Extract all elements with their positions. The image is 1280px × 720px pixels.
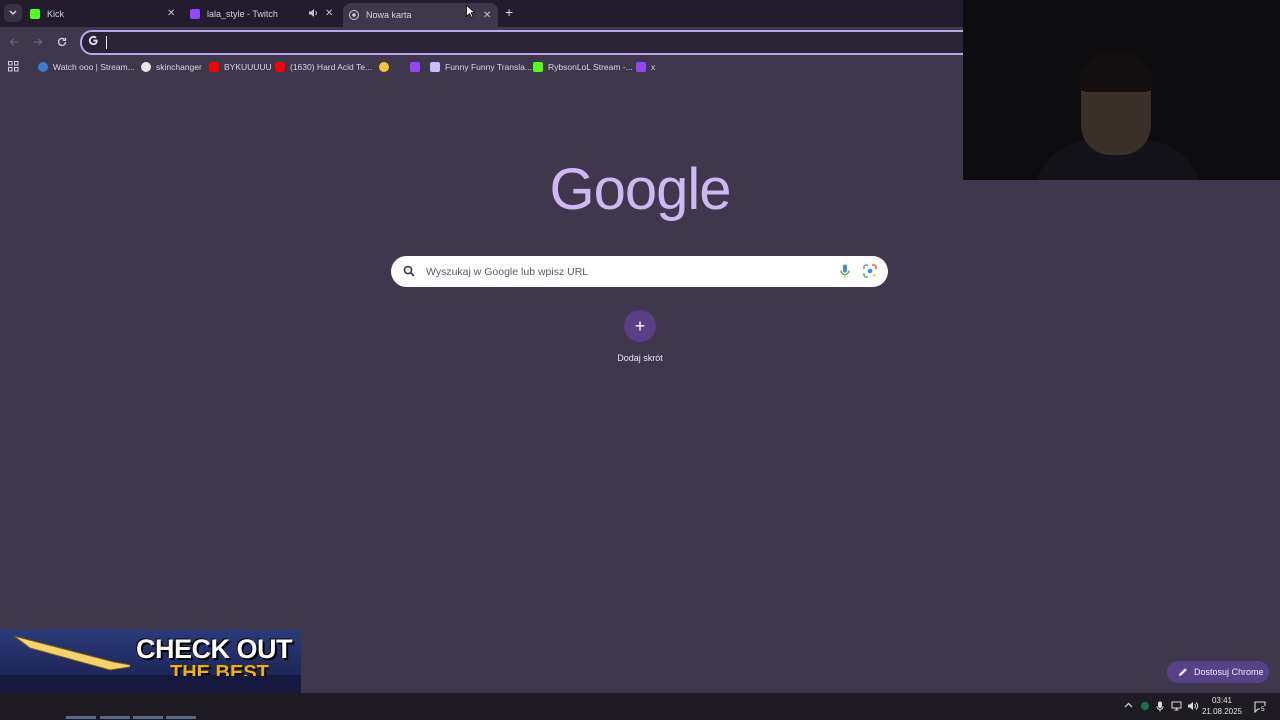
- microphone-tray-icon[interactable]: [1156, 701, 1164, 712]
- bookmark-item[interactable]: BYKUUUUU: [209, 60, 272, 73]
- taskbar-app-indicator[interactable]: [133, 716, 163, 719]
- knife-icon: [13, 635, 130, 671]
- forward-button[interactable]: [31, 35, 45, 49]
- webcam-overlay: [963, 0, 1280, 180]
- translate-icon: [430, 61, 440, 72]
- bookmark-label: skinchanger: [156, 61, 202, 72]
- close-icon[interactable]: ✕: [325, 8, 333, 19]
- arrow-right-icon: [34, 38, 43, 46]
- clock-time: 03:41: [1211, 696, 1233, 705]
- tab-title: Nowa karta: [366, 10, 412, 20]
- new-tab-button[interactable]: +: [505, 5, 513, 19]
- twitch-icon: [636, 61, 646, 72]
- plus-icon: +: [634, 316, 646, 336]
- search-icon: [403, 265, 415, 277]
- reload-button[interactable]: [55, 35, 69, 49]
- add-shortcut-button[interactable]: +: [624, 310, 656, 342]
- bookmark-label: Funny Funny Transla...: [445, 61, 532, 72]
- tab-twitch[interactable]: lala_style - Twitch ✕: [190, 0, 340, 27]
- search-box[interactable]: Wyszukaj w Google lub wpisz URL: [391, 256, 888, 287]
- google-logo: Google: [549, 157, 731, 222]
- bookmark-item[interactable]: skinchanger: [141, 60, 202, 73]
- google-g-icon: [88, 35, 98, 46]
- youtube-icon: [209, 61, 219, 72]
- taskbar-app-indicator[interactable]: [166, 716, 196, 719]
- pencil-icon: [1178, 667, 1188, 677]
- tab-title: Kick: [47, 8, 65, 19]
- tab-title: lala_style - Twitch: [207, 8, 278, 19]
- customize-chrome-button[interactable]: Dostosuj Chrome: [1167, 661, 1269, 683]
- notification-count: 5: [1260, 706, 1266, 713]
- customize-label: Dostosuj Chrome: [1194, 667, 1264, 677]
- search-placeholder: Wyszukaj w Google lub wpisz URL: [426, 266, 589, 278]
- github-icon: [141, 61, 151, 72]
- ad-subheadline: THE BEST: [170, 662, 269, 676]
- notification-center-button[interactable]: 5: [1254, 700, 1266, 718]
- add-shortcut-label: Dodaj skrót: [617, 353, 663, 363]
- bookmark-label: x: [651, 61, 656, 72]
- bookmark-label: Watch ooo | Stream...: [53, 61, 135, 72]
- tab-search-button[interactable]: [4, 4, 22, 22]
- bookmark-label: RybsonLoL Stream -...: [548, 61, 633, 72]
- taskbar: 03:41 21.08.2025 5: [0, 693, 1280, 720]
- kick-icon: [30, 8, 40, 19]
- taskbar-app-indicator[interactable]: [100, 716, 130, 719]
- stream-icon: [38, 61, 48, 72]
- clock-date: 21.08.2025: [1201, 707, 1243, 716]
- close-icon[interactable]: ✕: [167, 8, 175, 19]
- bookmark-item[interactable]: [410, 60, 425, 73]
- kick-icon: [533, 61, 543, 72]
- back-button[interactable]: [7, 35, 21, 49]
- google-lens-icon[interactable]: [863, 264, 877, 278]
- address-bar[interactable]: [80, 30, 984, 55]
- chevron-down-icon: [9, 10, 17, 15]
- streamer-hair: [1079, 52, 1153, 92]
- bookmark-item[interactable]: x: [636, 60, 655, 73]
- emoji-icon: [379, 61, 389, 72]
- system-clock[interactable]: 03:41 21.08.2025: [1196, 695, 1248, 717]
- tab-kick[interactable]: Kick ✕: [30, 0, 180, 27]
- chrome-icon: [349, 10, 359, 20]
- bookmark-label: BYKUUUUU: [224, 61, 272, 72]
- network-icon[interactable]: [1171, 701, 1182, 711]
- mouse-cursor-icon: [466, 5, 475, 18]
- taskbar-app-indicator[interactable]: [66, 716, 96, 719]
- bookmark-item[interactable]: Watch ooo | Stream...: [38, 60, 135, 73]
- bookmark-label: (1630) Hard Acid Te...: [290, 61, 373, 72]
- microphone-icon[interactable]: [840, 264, 850, 278]
- chevron-up-icon[interactable]: [1124, 701, 1133, 710]
- ad-headline: CHECK OUT: [136, 634, 293, 664]
- twitch-icon: [190, 8, 200, 19]
- bookmark-item[interactable]: (1630) Hard Acid Te...: [275, 60, 372, 73]
- youtube-icon: [275, 61, 285, 72]
- apps-grid-icon[interactable]: [8, 61, 19, 72]
- reload-icon: [57, 37, 67, 47]
- speaker-icon[interactable]: [308, 8, 318, 18]
- close-icon[interactable]: ✕: [483, 10, 491, 21]
- tray-app-icon[interactable]: [1140, 701, 1150, 711]
- bookmark-item[interactable]: [379, 60, 394, 73]
- bookmark-item[interactable]: RybsonLoL Stream -...: [533, 60, 633, 73]
- text-caret: [106, 36, 107, 49]
- arrow-left-icon: [9, 38, 18, 46]
- bookmark-item[interactable]: Funny Funny Transla...: [430, 60, 532, 73]
- twitch-icon: [410, 61, 420, 72]
